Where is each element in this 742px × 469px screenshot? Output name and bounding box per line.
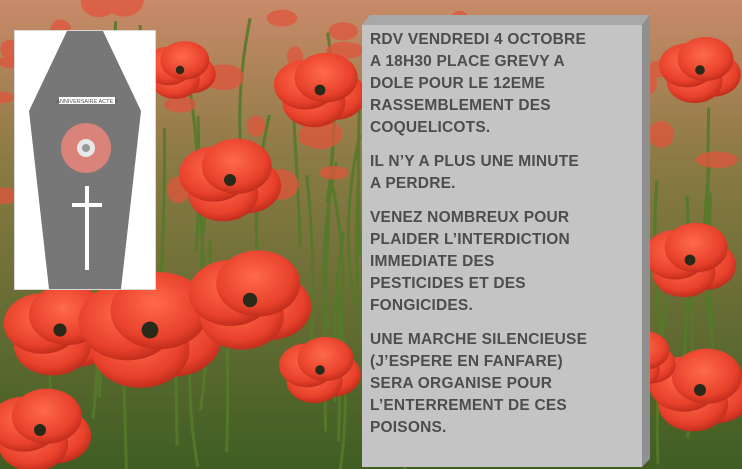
coffin-icon: ANNIVERSAIRE ACTE II bbox=[29, 31, 141, 289]
message-paragraph-4: UNE MARCHE SILENCIEUSE (J’ESPERE EN FANF… bbox=[370, 331, 588, 436]
message-paragraph-1: RDV VENDREDI 4 OCTOBRE A 18H30 PLACE GRE… bbox=[370, 31, 586, 136]
message-text: RDV VENDREDI 4 OCTOBRE A 18H30 PLACE GRE… bbox=[370, 29, 640, 451]
panel-bevel-side bbox=[642, 15, 650, 467]
message-paragraph-3: VENEZ NOMBREUX POUR PLAIDER L’INTERDICTI… bbox=[370, 209, 570, 314]
coffin-label: ANNIVERSAIRE ACTE II bbox=[56, 99, 118, 105]
coffin-illustration-panel: ANNIVERSAIRE ACTE II bbox=[14, 30, 156, 290]
panel-bevel-top bbox=[362, 15, 650, 25]
poppy-icon bbox=[61, 123, 111, 173]
message-panel: RDV VENDREDI 4 OCTOBRE A 18H30 PLACE GRE… bbox=[362, 15, 650, 467]
message-paragraph-2: IL N’Y A PLUS UNE MINUTE A PERDRE. bbox=[370, 153, 579, 192]
